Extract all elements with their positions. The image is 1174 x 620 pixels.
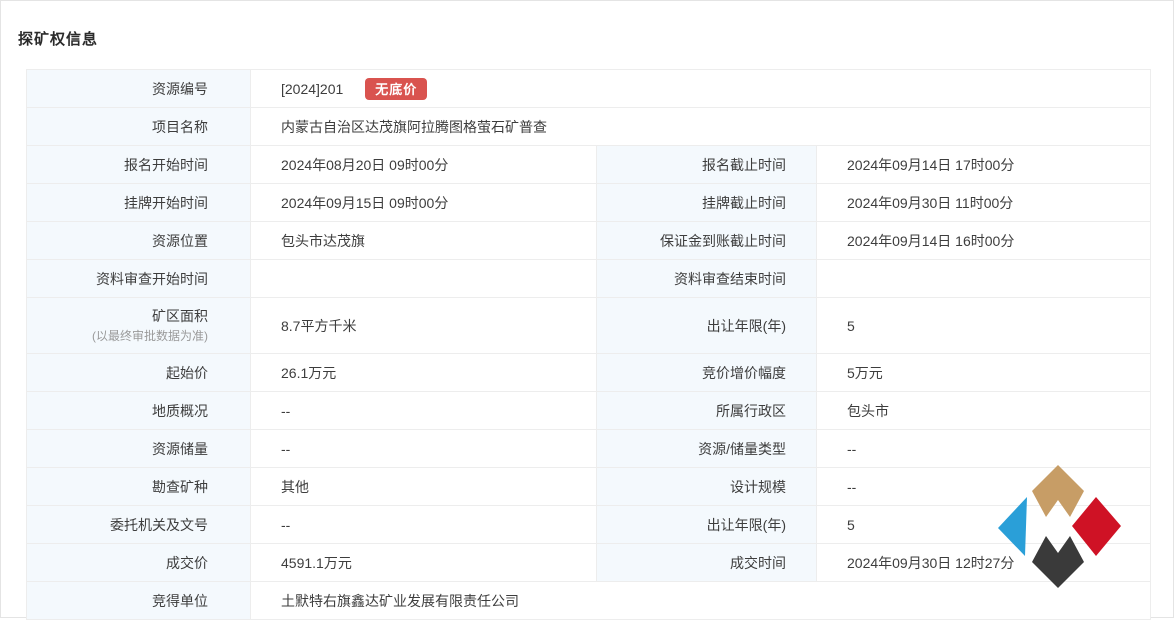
row-label: 报名截止时间 <box>596 146 817 183</box>
table-row: 挂牌开始时间 2024年09月15日 09时00分 挂牌截止时间 2024年09… <box>27 184 1150 222</box>
row-label: 出让年限(年) <box>596 506 817 543</box>
row-value: -- <box>251 506 596 543</box>
row-label: 设计规模 <box>596 468 817 505</box>
row-label: 保证金到账截止时间 <box>596 222 817 259</box>
resource-number-value: [2024]201 <box>281 81 343 97</box>
row-label: 勘查矿种 <box>27 468 251 505</box>
table-row: 资源位置 包头市达茂旗 保证金到账截止时间 2024年09月14日 16时00分 <box>27 222 1150 260</box>
row-label: 挂牌截止时间 <box>596 184 817 221</box>
logo-dark-down-arrow <box>1032 536 1084 588</box>
row-label: 项目名称 <box>27 108 251 145</box>
row-label: 出让年限(年) <box>596 298 817 353</box>
logo-red-diamond <box>1072 497 1121 556</box>
logo-blue-left-triangle <box>998 497 1027 556</box>
logo-tan-up-arrow <box>1032 465 1084 517</box>
row-label: 所属行政区 <box>596 392 817 429</box>
row-label: 资料审查结束时间 <box>596 260 817 297</box>
row-value <box>817 260 1150 297</box>
row-label: 资源储量 <box>27 430 251 467</box>
row-label: 地质概况 <box>27 392 251 429</box>
table-row: 矿区面积 (以最终审批数据为准) 8.7平方千米 出让年限(年) 5 <box>27 298 1150 354</box>
row-value: 包头市达茂旗 <box>251 222 596 259</box>
row-label: 成交时间 <box>596 544 817 581</box>
table-row: 委托机关及文号 -- 出让年限(年) 5 <box>27 506 1150 544</box>
table-row: 报名开始时间 2024年08月20日 09时00分 报名截止时间 2024年09… <box>27 146 1150 184</box>
table-row: 资料审查开始时间 资料审查结束时间 <box>27 260 1150 298</box>
row-label: 矿区面积 <box>152 306 208 327</box>
row-value: -- <box>817 430 1150 467</box>
mining-rights-info-table: 资源编号 [2024]201 无底价 项目名称 内蒙古自治区达茂旗阿拉腾图格萤石… <box>26 69 1151 620</box>
table-row: 勘查矿种 其他 设计规模 -- <box>27 468 1150 506</box>
row-label: 资料审查开始时间 <box>27 260 251 297</box>
project-name-value: 内蒙古自治区达茂旗阿拉腾图格萤石矿普查 <box>251 108 1150 145</box>
table-row: 竞得单位 土默特右旗鑫达矿业发展有限责任公司 <box>27 582 1150 620</box>
row-value: 包头市 <box>817 392 1150 429</box>
row-value: 其他 <box>251 468 596 505</box>
row-label-group: 矿区面积 (以最终审批数据为准) <box>27 298 251 353</box>
row-value: 4591.1万元 <box>251 544 596 581</box>
row-label: 挂牌开始时间 <box>27 184 251 221</box>
table-row: 起始价 26.1万元 竞价增价幅度 5万元 <box>27 354 1150 392</box>
row-sublabel: (以最终审批数据为准) <box>92 327 208 345</box>
row-value: 2024年08月20日 09时00分 <box>251 146 596 183</box>
row-value: 2024年09月30日 11时00分 <box>817 184 1150 221</box>
row-value: 26.1万元 <box>251 354 596 391</box>
k-diamond-logo-icon <box>997 464 1121 589</box>
row-label: 报名开始时间 <box>27 146 251 183</box>
row-value: 8.7平方千米 <box>251 298 596 353</box>
row-label: 竞得单位 <box>27 582 251 619</box>
row-value: 5万元 <box>817 354 1150 391</box>
table-row: 资源编号 [2024]201 无底价 <box>27 70 1150 108</box>
row-value: 5 <box>817 298 1150 353</box>
row-value: -- <box>251 430 596 467</box>
no-reserve-price-badge: 无底价 <box>365 78 427 100</box>
row-label: 资源编号 <box>27 70 251 107</box>
row-value: 2024年09月14日 16时00分 <box>817 222 1150 259</box>
row-value-group: [2024]201 无底价 <box>251 70 1150 107</box>
row-value <box>251 260 596 297</box>
table-row: 项目名称 内蒙古自治区达茂旗阿拉腾图格萤石矿普查 <box>27 108 1150 146</box>
row-label: 起始价 <box>27 354 251 391</box>
row-label: 委托机关及文号 <box>27 506 251 543</box>
row-value: -- <box>251 392 596 429</box>
page-title: 探矿权信息 <box>18 28 98 49</box>
row-value: 2024年09月15日 09时00分 <box>251 184 596 221</box>
row-label: 资源位置 <box>27 222 251 259</box>
row-label: 资源/储量类型 <box>596 430 817 467</box>
row-label: 成交价 <box>27 544 251 581</box>
table-row: 地质概况 -- 所属行政区 包头市 <box>27 392 1150 430</box>
table-row: 资源储量 -- 资源/储量类型 -- <box>27 430 1150 468</box>
row-value: 2024年09月14日 17时00分 <box>817 146 1150 183</box>
row-label: 竞价增价幅度 <box>596 354 817 391</box>
table-row: 成交价 4591.1万元 成交时间 2024年09月30日 12时27分 <box>27 544 1150 582</box>
